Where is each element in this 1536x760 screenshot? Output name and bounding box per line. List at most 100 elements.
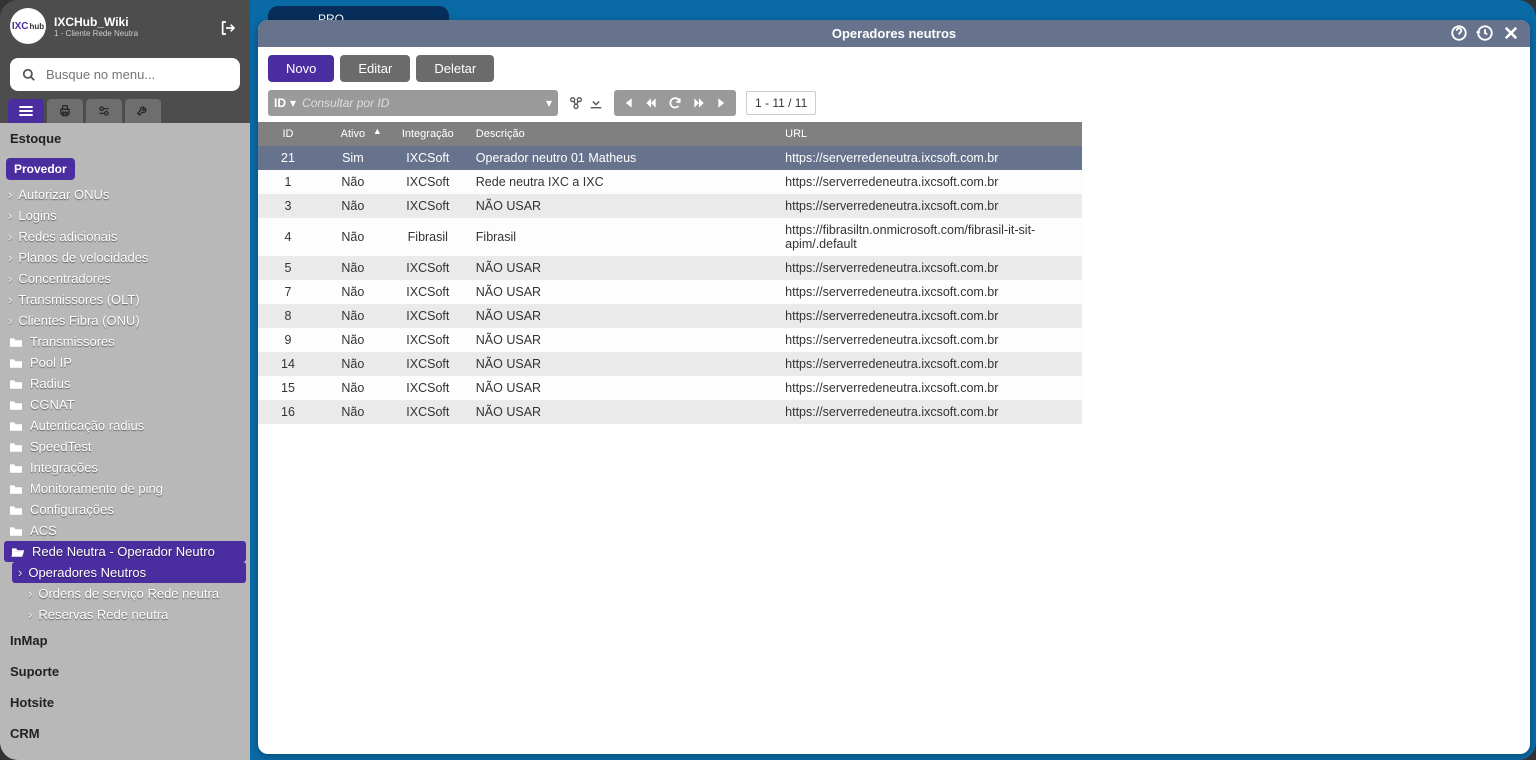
logout-icon[interactable]	[220, 20, 236, 36]
cell-ativo: Não	[318, 376, 388, 400]
table-row[interactable]: 7NãoIXCSoftNÃO USARhttps://serverredeneu…	[258, 280, 1082, 304]
cell-descricao: NÃO USAR	[468, 352, 777, 376]
next-page-icon[interactable]	[692, 96, 706, 110]
table-row[interactable]: 5NãoIXCSoftNÃO USARhttps://serverredeneu…	[258, 256, 1082, 280]
cell-descricao: NÃO USAR	[468, 256, 777, 280]
sidebar-item[interactable]: ›Concentradores	[0, 268, 250, 289]
section-crm[interactable]: CRM	[0, 718, 250, 749]
cell-descricao: NÃO USAR	[468, 194, 777, 218]
sidebar-item[interactable]: ›Planos de velocidades	[0, 247, 250, 268]
sidebar-item-label: Planos de velocidades	[18, 250, 148, 265]
cell-id: 21	[258, 146, 318, 170]
sidebar-folder[interactable]: Integrações	[0, 457, 250, 478]
sidebar-item[interactable]: ›Logins	[0, 205, 250, 226]
table-row[interactable]: 9NãoIXCSoftNÃO USARhttps://serverredeneu…	[258, 328, 1082, 352]
col-id[interactable]: ID	[258, 122, 318, 146]
table-row[interactable]: 8NãoIXCSoftNÃO USARhttps://serverredeneu…	[258, 304, 1082, 328]
sidebar-folder[interactable]: Monitoramento de ping	[0, 478, 250, 499]
sidebar-header: IXCHub_Wiki 1 - Cliente Rede Neutra	[0, 0, 250, 52]
search-field[interactable]: ID ▾ ▾	[268, 90, 558, 116]
prev-page-icon[interactable]	[644, 96, 658, 110]
table-row[interactable]: 21SimIXCSoftOperador neutro 01 Matheusht…	[258, 146, 1082, 170]
cell-id: 8	[258, 304, 318, 328]
folder-icon	[8, 336, 24, 348]
sidebar-item-label: Integrações	[30, 460, 98, 475]
sidebar-folder[interactable]: Autenticação radius	[0, 415, 250, 436]
app-logo	[10, 8, 46, 44]
col-descricao[interactable]: Descrição	[468, 122, 777, 146]
sidebar-subitem-ordens[interactable]: › Ordens de serviço Rede neutra	[0, 583, 250, 604]
sidebar-item[interactable]: ›Transmissores (OLT)	[0, 289, 250, 310]
delete-button[interactable]: Deletar	[416, 55, 494, 82]
tab-menu[interactable]	[8, 99, 44, 123]
section-frota[interactable]: Frota	[0, 749, 250, 760]
sidebar-folder[interactable]: ACS	[0, 520, 250, 541]
close-icon[interactable]	[1502, 24, 1520, 42]
cell-url: https://serverredeneutra.ixcsoft.com.br	[777, 400, 1082, 424]
download-icon[interactable]	[588, 95, 604, 111]
cell-url: https://serverredeneutra.ixcsoft.com.br	[777, 376, 1082, 400]
folder-icon	[8, 420, 24, 432]
action-buttons: Novo Editar Deletar	[258, 47, 1530, 90]
cell-descricao: Operador neutro 01 Matheus	[468, 146, 777, 170]
chevron-down-icon[interactable]: ▾	[290, 96, 296, 110]
cell-integracao: IXCSoft	[388, 170, 468, 194]
sidebar-item-label: Concentradores	[18, 271, 111, 286]
sidebar-item-label: Logins	[18, 208, 56, 223]
cell-id: 3	[258, 194, 318, 218]
data-table-wrap: ID Ativo▲ Integração Descrição URL 21Sim…	[258, 122, 1530, 754]
advanced-search-icon[interactable]	[568, 95, 584, 111]
edit-button[interactable]: Editar	[340, 55, 410, 82]
search-tools	[568, 95, 604, 111]
table-row[interactable]: 16NãoIXCSoftNÃO USARhttps://serverredene…	[258, 400, 1082, 424]
sidebar-item[interactable]: ›Redes adicionais	[0, 226, 250, 247]
col-ativo[interactable]: Ativo▲	[318, 122, 388, 146]
section-provedor[interactable]: Provedor	[6, 158, 75, 180]
sidebar-subitem-operadores[interactable]: › Operadores Neutros	[12, 562, 246, 583]
sidebar-subitem-reservas[interactable]: › Reservas Rede neutra	[0, 604, 250, 625]
sidebar-folder[interactable]: CGNAT	[0, 394, 250, 415]
menu-search[interactable]	[10, 58, 240, 91]
sidebar-item[interactable]: ›Autorizar ONUs	[0, 184, 250, 205]
folder-icon	[8, 357, 24, 369]
table-row[interactable]: 3NãoIXCSoftNÃO USARhttps://serverredeneu…	[258, 194, 1082, 218]
tab-print[interactable]	[47, 99, 83, 123]
section-suporte[interactable]: Suporte	[0, 656, 250, 687]
chevron-right-icon: ›	[8, 313, 12, 328]
section-hotsite[interactable]: Hotsite	[0, 687, 250, 718]
col-url[interactable]: URL	[777, 122, 1082, 146]
cell-descricao: NÃO USAR	[468, 328, 777, 352]
cell-url: https://serverredeneutra.ixcsoft.com.br	[777, 304, 1082, 328]
sidebar-folder[interactable]: Pool IP	[0, 352, 250, 373]
table-row[interactable]: 1NãoIXCSoftRede neutra IXC a IXChttps://…	[258, 170, 1082, 194]
tab-settings[interactable]	[86, 99, 122, 123]
table-row[interactable]: 14NãoIXCSoftNÃO USARhttps://serverredene…	[258, 352, 1082, 376]
chevron-down-icon[interactable]: ▾	[546, 96, 552, 110]
search-input[interactable]	[300, 95, 542, 111]
cell-id: 5	[258, 256, 318, 280]
search-row: ID ▾ ▾	[258, 90, 1530, 122]
tab-tools[interactable]	[125, 99, 161, 123]
section-inmap[interactable]: InMap	[0, 625, 250, 656]
sidebar-folder[interactable]: Transmissores	[0, 331, 250, 352]
sidebar-folder[interactable]: Radius	[0, 373, 250, 394]
sidebar-folder[interactable]: SpeedTest	[0, 436, 250, 457]
col-integracao[interactable]: Integração	[388, 122, 468, 146]
history-icon[interactable]	[1476, 24, 1494, 42]
last-page-icon[interactable]	[716, 96, 730, 110]
section-estoque[interactable]: Estoque	[0, 123, 250, 154]
table-row[interactable]: 4NãoFibrasilFibrasilhttps://fibrasiltn.o…	[258, 218, 1082, 256]
folder-icon	[8, 399, 24, 411]
new-button[interactable]: Novo	[268, 55, 334, 82]
cell-url: https://serverredeneutra.ixcsoft.com.br	[777, 280, 1082, 304]
sidebar-item-label: Operadores Neutros	[28, 565, 146, 580]
refresh-icon[interactable]	[668, 96, 682, 110]
sidebar-folder[interactable]: Configurações	[0, 499, 250, 520]
menu-search-input[interactable]	[44, 66, 228, 83]
table-row[interactable]: 15NãoIXCSoftNÃO USARhttps://serverredene…	[258, 376, 1082, 400]
first-page-icon[interactable]	[620, 96, 634, 110]
sidebar-item-rede-neutra[interactable]: Rede Neutra - Operador Neutro	[4, 541, 246, 562]
sidebar-item[interactable]: ›Clientes Fibra (ONU)	[0, 310, 250, 331]
help-icon[interactable]	[1450, 24, 1468, 42]
cell-url: https://serverredeneutra.ixcsoft.com.br	[777, 352, 1082, 376]
